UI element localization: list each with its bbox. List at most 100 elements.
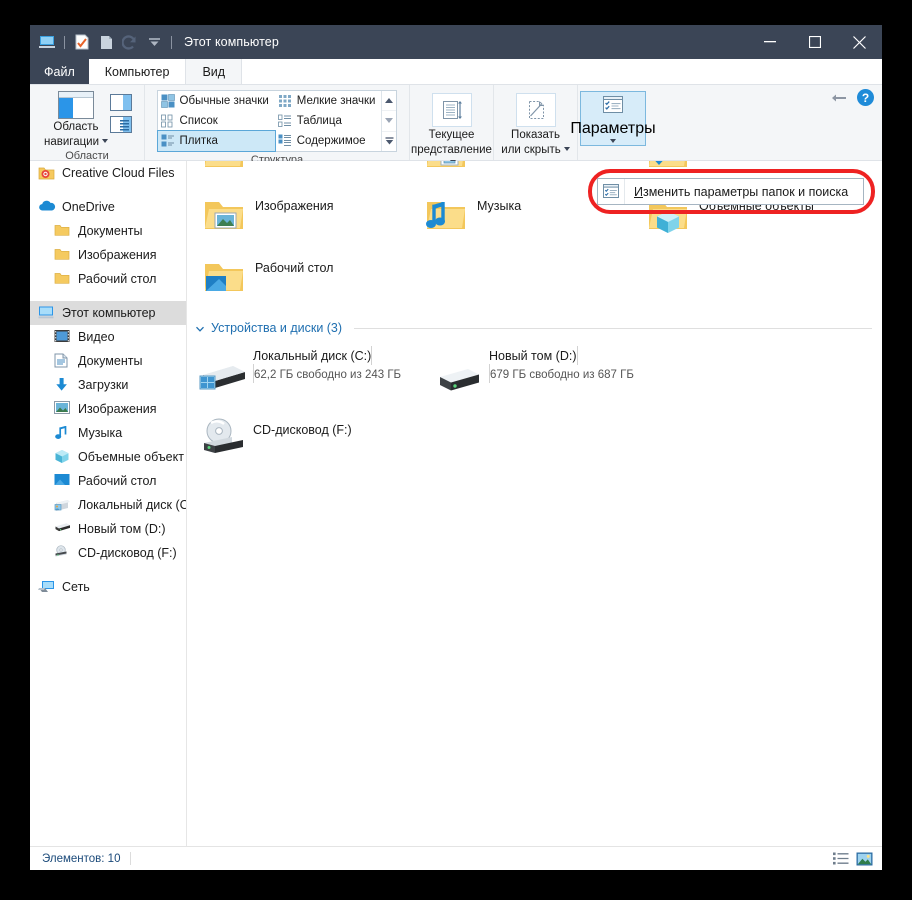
drives-section-header[interactable]: Устройства и диски (3) bbox=[187, 317, 882, 339]
current-view-icon bbox=[431, 93, 472, 127]
drives-section-title: Устройства и диски (3) bbox=[211, 321, 343, 335]
videos-icon bbox=[54, 329, 71, 346]
sidebar-item-label: Изображения bbox=[78, 248, 157, 262]
gallery-scroll-controls bbox=[381, 91, 397, 151]
gallery-scroll-up-button[interactable] bbox=[382, 91, 396, 110]
layout-item-tiles[interactable]: Плитка bbox=[156, 130, 276, 152]
sidebar-item-new-volume-d[interactable]: Новый том (D:) bbox=[30, 517, 186, 541]
close-button[interactable] bbox=[837, 25, 882, 59]
sidebar-item-this-pc[interactable]: Этот компьютер bbox=[30, 301, 186, 325]
chevron-down-icon[interactable] bbox=[195, 323, 205, 333]
sidebar-item-label: Изображения bbox=[78, 402, 157, 416]
sidebar-item-label: CD-дисковод (F:) bbox=[78, 546, 177, 560]
quick-access-toolbar bbox=[30, 25, 176, 59]
tab-computer[interactable]: Компьютер bbox=[88, 59, 186, 84]
drive-tile-c[interactable]: Локальный диск (C:) 62,2 ГБ свободно из … bbox=[189, 339, 425, 413]
tab-view[interactable]: Вид bbox=[185, 59, 243, 84]
this-pc-icon bbox=[38, 305, 55, 322]
section-rule bbox=[354, 327, 872, 329]
tile-pictures[interactable]: Изображения bbox=[191, 185, 413, 247]
tile-videos[interactable]: Видео bbox=[191, 161, 413, 185]
list-icon bbox=[160, 114, 175, 128]
details-view-button[interactable] bbox=[833, 852, 849, 866]
title-bar: Этот компьютер bbox=[30, 25, 882, 59]
file-list[interactable]: Видео Документы Загрузки bbox=[187, 161, 882, 846]
sidebar-item-onedrive[interactable]: OneDrive bbox=[30, 195, 186, 219]
layout-item-medium-icons[interactable]: Обычные значки bbox=[158, 91, 275, 111]
ribbon-group-layout: Обычные значки Список Плитка Мелкие знач… bbox=[145, 85, 410, 166]
change-folder-and-search-options-item[interactable]: Изменить параметры папок и поиска bbox=[625, 185, 848, 199]
sidebar-item-label: Видео bbox=[78, 330, 115, 344]
layout-item-content[interactable]: Содержимое bbox=[275, 131, 382, 151]
details-pane-icon[interactable] bbox=[110, 116, 132, 133]
ribbon-group-options: Параметры bbox=[570, 85, 656, 160]
downloads-folder-icon bbox=[645, 161, 691, 175]
sidebar-item-music[interactable]: Музыка bbox=[30, 421, 186, 445]
properties-icon[interactable] bbox=[71, 31, 93, 53]
system-drive-icon bbox=[54, 497, 71, 514]
desktop-folder-icon bbox=[201, 253, 247, 299]
current-view-label-1: Текущее bbox=[428, 129, 475, 141]
window-body: Creative Cloud Files OneDrive Документы bbox=[30, 161, 882, 846]
sidebar-item-desktop[interactable]: Рабочий стол bbox=[30, 469, 186, 493]
cd-drive-icon bbox=[54, 544, 71, 562]
help-icon[interactable]: ? bbox=[857, 89, 874, 106]
tiles-icon bbox=[161, 134, 175, 148]
collapse-ribbon-icon[interactable] bbox=[831, 91, 847, 105]
drive-free-space: 62,2 ГБ свободно из 243 ГБ bbox=[254, 369, 402, 381]
sidebar-item-onedrive-documents[interactable]: Документы bbox=[30, 219, 186, 243]
minimize-button[interactable] bbox=[747, 25, 792, 59]
navigation-pane-icon bbox=[58, 91, 94, 119]
sidebar-item-videos[interactable]: Видео bbox=[30, 325, 186, 349]
this-pc-icon[interactable] bbox=[36, 31, 58, 53]
gallery-more-button[interactable] bbox=[382, 130, 397, 151]
current-view-button[interactable]: Текущее представление bbox=[410, 91, 493, 169]
sidebar-item-onedrive-desktop[interactable]: Рабочий стол bbox=[30, 267, 186, 291]
gallery-scroll-down-button[interactable] bbox=[382, 110, 397, 130]
sidebar-item-pictures[interactable]: Изображения bbox=[30, 397, 186, 421]
preview-pane-icon[interactable] bbox=[110, 94, 132, 111]
large-icons-view-button[interactable] bbox=[856, 852, 873, 866]
new-folder-icon[interactable] bbox=[95, 31, 117, 53]
tab-file[interactable]: Файл bbox=[30, 59, 89, 84]
sidebar-item-cd-drive-f[interactable]: CD-дисковод (F:) bbox=[30, 541, 186, 565]
sidebar-item-3d-objects[interactable]: Объемные объект bbox=[30, 445, 186, 469]
customize-qat-chevron-icon[interactable] bbox=[143, 31, 165, 53]
sidebar-item-label: OneDrive bbox=[62, 200, 115, 214]
layout-item-details[interactable]: Таблица bbox=[275, 111, 382, 131]
layout-item-list[interactable]: Список bbox=[158, 111, 275, 131]
chevron-down-icon bbox=[563, 147, 570, 152]
ribbon-group-panes: Область навигации Области bbox=[30, 85, 145, 162]
tile-desktop[interactable]: Рабочий стол bbox=[191, 247, 413, 309]
drive-tile-f[interactable]: CD-дисковод (F:) bbox=[189, 413, 425, 469]
change-folder-options-icon bbox=[598, 179, 625, 204]
drive-tile-d[interactable]: Новый том (D:) 679 ГБ свободно из 687 ГБ bbox=[425, 339, 661, 413]
screen: Этот компьютер Файл Компьютер Вид Област… bbox=[0, 0, 912, 900]
maximize-button[interactable] bbox=[792, 25, 837, 59]
show-hide-label-1: Показать bbox=[511, 129, 560, 141]
layout-item-small-icons[interactable]: Мелкие значки bbox=[275, 91, 382, 111]
sidebar-item-network[interactable]: Сеть bbox=[30, 575, 186, 599]
3d-objects-icon bbox=[54, 449, 71, 466]
sidebar-item-onedrive-pictures[interactable]: Изображения bbox=[30, 243, 186, 267]
sidebar-item-label: Документы bbox=[78, 354, 143, 368]
ribbon-tabs: Файл Компьютер Вид bbox=[30, 59, 882, 85]
sidebar-item-label: Creative Cloud Files bbox=[62, 166, 175, 180]
tab-strip-filler bbox=[242, 59, 882, 84]
options-button[interactable]: Параметры bbox=[570, 91, 656, 146]
sidebar-item-local-disk-c[interactable]: Локальный диск (C bbox=[30, 493, 186, 517]
redo-icon[interactable] bbox=[119, 31, 141, 53]
drive-icon bbox=[54, 521, 71, 538]
downloads-icon bbox=[54, 377, 71, 394]
sidebar-item-downloads[interactable]: Загрузки bbox=[30, 373, 186, 397]
show-hide-button[interactable]: Показать или скрыть bbox=[501, 91, 570, 156]
pane-toggle-buttons bbox=[110, 91, 132, 133]
folder-icon bbox=[54, 271, 71, 288]
sidebar-item-label: Документы bbox=[78, 224, 143, 238]
sidebar-item-documents[interactable]: Документы bbox=[30, 349, 186, 373]
sidebar-item-label: Этот компьютер bbox=[62, 306, 156, 320]
drive-free-space: 679 ГБ свободно из 687 ГБ bbox=[490, 369, 634, 381]
documents-folder-icon bbox=[423, 161, 469, 175]
navigation-pane-button[interactable]: Область навигации bbox=[42, 91, 110, 148]
